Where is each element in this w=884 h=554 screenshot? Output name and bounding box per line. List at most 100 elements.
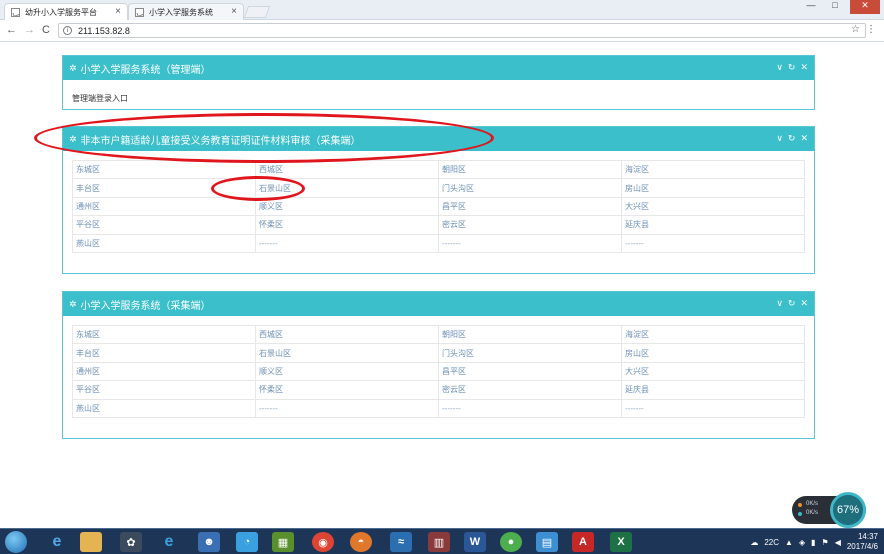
district-link[interactable]: 怀柔区 [255, 215, 439, 235]
weather-temp: 22C [764, 537, 780, 547]
admin-login-link[interactable]: 管理端登录入口 [72, 89, 805, 104]
tab-close-icon[interactable]: × [231, 6, 237, 17]
close-icon[interactable]: ✕ [800, 62, 808, 73]
district-link[interactable]: 顺义区 [255, 196, 439, 217]
word-icon[interactable]: W [464, 532, 486, 552]
district-link[interactable]: 朝阳区 [438, 159, 622, 180]
panel-tools: ∨ ↻ ✕ [776, 298, 808, 309]
tab-secondary[interactable]: 小学入学服务系统 × [128, 3, 244, 20]
district-link[interactable]: 丰台区 [72, 178, 256, 198]
district-link[interactable]: 顺义区 [255, 361, 439, 382]
pdf-reader-icon[interactable]: A [572, 532, 594, 552]
refresh-icon[interactable]: ↻ [788, 298, 796, 309]
baidu-icon[interactable]: ☻ [198, 532, 220, 552]
district-link[interactable]: 燕山区 [72, 398, 256, 418]
table-row: 东城区 西城区 朝阳区 海淀区 [72, 159, 805, 180]
document-app-icon[interactable]: ▥ [428, 532, 450, 552]
district-link[interactable]: 海淀区 [621, 159, 805, 180]
collapse-icon[interactable]: ∨ [776, 298, 783, 309]
district-link[interactable]: 丰台区 [72, 343, 256, 363]
district-link[interactable]: 昌平区 [438, 196, 622, 217]
district-link[interactable]: 东城区 [72, 159, 256, 180]
minimize-button[interactable]: — [800, 0, 822, 14]
panel-title: 小学入学服务系统（采集端） [80, 300, 211, 312]
tray-expand-icon[interactable]: ▲ [785, 538, 793, 547]
shield-icon[interactable]: ◈ [799, 538, 805, 547]
district-link[interactable]: 怀柔区 [255, 380, 439, 400]
district-link[interactable]: 通州区 [72, 196, 256, 217]
close-icon[interactable]: ✕ [800, 298, 808, 309]
memory-gauge[interactable]: 67% [830, 492, 866, 528]
district-link[interactable]: 门头沟区 [438, 178, 622, 198]
search-app-icon[interactable]: ◔ [236, 532, 258, 552]
district-link[interactable]: 大兴区 [621, 361, 805, 382]
info-icon[interactable]: i [63, 26, 72, 35]
district-link[interactable]: 西城区 [255, 159, 439, 180]
refresh-icon[interactable]: ↻ [788, 62, 796, 73]
network-icon[interactable]: ▮ [811, 538, 815, 547]
district-link[interactable]: 石景山区 [255, 343, 439, 363]
district-link[interactable]: 昌平区 [438, 361, 622, 382]
district-link[interactable]: 朝阳区 [438, 324, 622, 345]
panel-tools: ∨ ↻ ✕ [776, 133, 808, 144]
district-table: 东城区 西城区 朝阳区 海淀区 丰台区 石景山区 门头沟区 房山区 通州区 顺义区 昌平区 大兴区 平谷… [72, 324, 805, 418]
new-tab-button[interactable] [243, 6, 271, 18]
district-link[interactable]: 西城区 [255, 324, 439, 345]
district-link[interactable]: 石景山区 [255, 178, 439, 198]
district-link[interactable]: 延庆县 [621, 215, 805, 235]
panel-header: ✲ 非本市户籍适龄儿童接受义务教育证明证件材料审核（采集端） ∨ ↻ ✕ [63, 127, 814, 151]
address-bar[interactable]: i 211.153.82.8 [58, 23, 866, 38]
back-arrow-icon[interactable]: ← [6, 24, 17, 36]
start-button[interactable] [5, 531, 27, 553]
tab-close-icon[interactable]: × [115, 6, 121, 17]
reload-icon[interactable]: C [42, 24, 50, 36]
collapse-icon[interactable]: ∨ [776, 133, 783, 144]
refresh-icon[interactable]: ↻ [788, 133, 796, 144]
table-row: 东城区 西城区 朝阳区 海淀区 [72, 324, 805, 345]
clock[interactable]: 14:37 2017/4/6 [847, 532, 878, 552]
district-link[interactable]: 延庆县 [621, 380, 805, 400]
district-link[interactable]: 房山区 [621, 178, 805, 198]
close-icon[interactable]: ✕ [800, 133, 808, 144]
orange-app-icon[interactable]: ◓ [350, 532, 372, 552]
file-explorer-icon[interactable] [80, 532, 102, 552]
district-link[interactable]: 东城区 [72, 324, 256, 345]
flag-icon[interactable]: ⚑ [822, 538, 829, 547]
messenger-icon[interactable]: ▤ [536, 532, 558, 552]
ie-browser-icon[interactable]: e [46, 532, 68, 552]
district-link[interactable]: 通州区 [72, 361, 256, 382]
district-link[interactable]: 密云区 [438, 380, 622, 400]
chrome-icon[interactable]: ◉ [312, 532, 334, 552]
blue-app-icon[interactable]: ≈ [390, 532, 412, 552]
district-link[interactable]: 房山区 [621, 343, 805, 363]
collapse-icon[interactable]: ∨ [776, 62, 783, 73]
excel-icon[interactable]: X [610, 532, 632, 552]
district-link[interactable]: 平谷区 [72, 215, 256, 235]
weather-icon[interactable]: ☁ [750, 538, 758, 547]
collection-panel: ✲ 小学入学服务系统（采集端） ∨ ↻ ✕ 东城区 西城区 朝阳区 海淀区 丰台区 石景山… [62, 291, 815, 439]
panel-header: ✲ 小学入学服务系统（管理端） ∨ ↻ ✕ [63, 56, 814, 80]
forward-arrow-icon[interactable]: → [24, 24, 35, 36]
district-link[interactable]: 大兴区 [621, 196, 805, 217]
district-link[interactable]: 燕山区 [72, 233, 256, 253]
district-link[interactable]: 密云区 [438, 215, 622, 235]
wechat-icon[interactable]: ● [500, 532, 522, 552]
tiles-app-icon[interactable]: ▦ [272, 532, 294, 552]
gears-icon: ✲ [69, 62, 77, 73]
media-player-icon[interactable]: ✿ [120, 532, 142, 552]
district-link[interactable]: 海淀区 [621, 324, 805, 345]
maximize-button[interactable]: □ [824, 0, 846, 14]
panel-title: 小学入学服务系统（管理端） [80, 64, 211, 76]
volume-icon[interactable]: ◀ [835, 538, 841, 547]
tab-title: 幼升小入学服务平台 [25, 7, 97, 17]
district-link[interactable]: 平谷区 [72, 380, 256, 400]
bookmark-star-icon[interactable]: ☆ [851, 24, 860, 35]
district-link[interactable]: 门头沟区 [438, 343, 622, 363]
browser-menu-icon[interactable]: ⋮ [866, 24, 876, 35]
tab-primary[interactable]: 幼升小入学服务平台 × [4, 3, 128, 20]
empty-cell: ------- [438, 233, 622, 253]
close-window-button[interactable]: ✕ [850, 0, 880, 14]
table-row: 平谷区 怀柔区 密云区 延庆县 [72, 380, 805, 400]
browser-e-icon[interactable]: e [158, 532, 180, 552]
upload-rate: 0K/s [806, 501, 819, 507]
